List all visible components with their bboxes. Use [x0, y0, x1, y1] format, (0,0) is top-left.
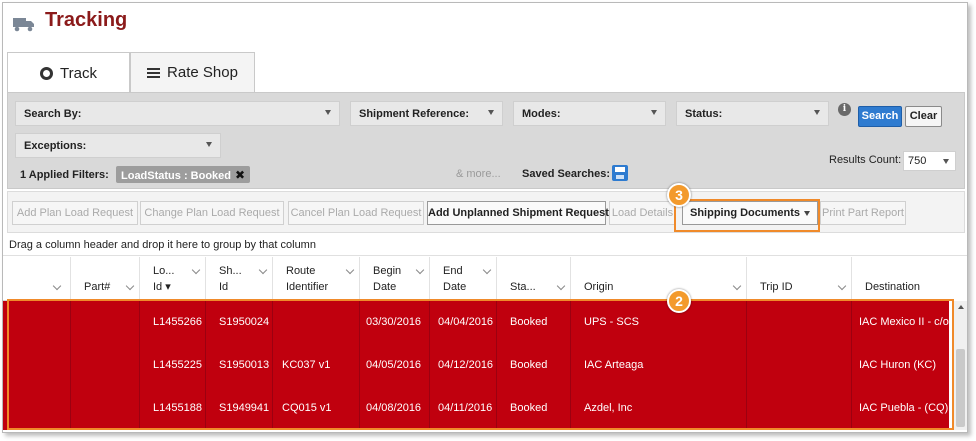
add-unplanned-shipment-request-button[interactable]: Add Unplanned Shipment Request	[427, 201, 609, 225]
column-header-shipment-id-line1: Sh...	[219, 265, 242, 277]
shipment-reference-select[interactable]: Shipment Reference:	[350, 101, 503, 126]
radio-icon	[40, 66, 54, 80]
modes-select[interactable]: Modes:	[513, 101, 666, 126]
column-header-trip-id-label: Trip ID	[760, 281, 793, 293]
column-header-begin-line2: Date	[373, 281, 397, 293]
column-header-route-line2: Identifier	[286, 281, 329, 293]
chevron-down-icon	[206, 142, 212, 147]
callout-highlight-rows	[7, 299, 954, 430]
column-header-end-line1: End	[443, 265, 463, 277]
grid-header: Part# Lo... Id ▾ Sh... Id Route Identifi…	[3, 257, 953, 301]
column-header-load-id[interactable]: Lo... Id ▾	[140, 257, 206, 301]
column-header-destination[interactable]: Destination	[852, 257, 953, 301]
app-window: Tracking Track Rate Shop Search By: Ship…	[2, 2, 968, 433]
chevron-down-icon	[325, 110, 331, 115]
modes-label: Modes:	[522, 108, 561, 120]
saved-searches-label: Saved Searches:	[522, 168, 611, 180]
column-header-end-date[interactable]: End Date	[430, 257, 497, 301]
chevron-down-icon	[258, 265, 268, 275]
grid-scrollbar[interactable]	[953, 301, 967, 430]
column-header-part-label: Part#	[84, 281, 111, 293]
column-header-origin-label: Origin	[584, 281, 614, 293]
column-header-status[interactable]: Sta...	[497, 257, 571, 301]
chevron-down-icon	[943, 159, 949, 164]
chevron-down-icon	[814, 110, 820, 115]
menu-icon	[147, 67, 161, 78]
cancel-plan-load-request-button[interactable]: Cancel Plan Load Request	[288, 201, 424, 225]
info-icon[interactable]: i	[838, 103, 851, 116]
chevron-down-icon	[837, 281, 847, 291]
chevron-down-icon	[732, 281, 742, 291]
search-button[interactable]: Search	[858, 106, 902, 127]
column-header-status-label: Sta...	[510, 281, 536, 293]
exceptions-select[interactable]: Exceptions:	[15, 133, 221, 158]
page-header: Tracking	[3, 3, 967, 47]
callout-badge-2: 2	[667, 289, 691, 313]
chevron-down-icon	[488, 110, 494, 115]
print-part-report-button[interactable]: Print Part Report	[820, 201, 906, 225]
search-by-select[interactable]: Search By:	[15, 101, 340, 126]
column-header-select[interactable]	[3, 257, 71, 301]
applied-filters-label: 1 Applied Filters:	[20, 169, 109, 181]
group-by-bar: Drag a column header and drop it here to…	[3, 234, 967, 256]
shipment-reference-label: Shipment Reference:	[359, 108, 470, 120]
scroll-up-icon[interactable]	[958, 305, 964, 309]
page-title: Tracking	[45, 9, 128, 31]
column-header-route-line1: Route	[286, 265, 316, 277]
chevron-down-icon	[556, 281, 566, 291]
exceptions-label: Exceptions:	[24, 140, 87, 152]
column-header-load-id-line2: Id ▾	[153, 281, 171, 293]
applied-filter-chip: LoadStatus : Booked ✖	[116, 166, 251, 183]
column-header-shipment-id[interactable]: Sh... Id	[206, 257, 273, 301]
filter-panel: Search By: Shipment Reference: Modes: St…	[7, 92, 965, 189]
more-filters-link[interactable]: & more...	[456, 168, 501, 180]
save-icon[interactable]	[612, 165, 628, 181]
scroll-thumb[interactable]	[956, 349, 965, 427]
close-icon[interactable]: ✖	[235, 168, 245, 182]
chevron-down-icon	[482, 265, 492, 275]
chevron-down-icon	[52, 281, 62, 291]
change-plan-load-request-button[interactable]: Change Plan Load Request	[140, 201, 284, 225]
column-header-trip-id[interactable]: Trip ID	[747, 257, 852, 301]
status-select[interactable]: Status:	[676, 101, 829, 126]
tab-rate-shop-label: Rate Shop	[167, 64, 238, 81]
search-by-label: Search By:	[24, 108, 82, 120]
load-details-button[interactable]: Load Details	[609, 201, 676, 225]
truck-icon	[13, 18, 34, 32]
applied-filter-chip-label: LoadStatus : Booked	[121, 170, 232, 182]
column-header-route-identifier[interactable]: Route Identifier	[273, 257, 360, 301]
results-count-select[interactable]: 750	[903, 151, 956, 171]
callout-highlight-shipping-documents	[674, 199, 820, 232]
column-header-shipment-id-line2: Id	[219, 281, 229, 293]
column-header-destination-label: Destination	[865, 281, 921, 293]
chevron-down-icon	[345, 265, 355, 275]
chevron-down-icon	[125, 281, 135, 291]
callout-badge-3: 3	[667, 183, 691, 207]
action-toolbar: Add Plan Load Request Change Plan Load R…	[7, 191, 965, 233]
status-label: Status:	[685, 108, 723, 120]
chevron-down-icon	[191, 265, 201, 275]
tab-rate-shop[interactable]: Rate Shop	[130, 52, 255, 92]
column-header-end-line2: Date	[443, 281, 467, 293]
chevron-down-icon	[415, 265, 425, 275]
column-header-origin[interactable]: Origin	[571, 257, 747, 301]
column-header-load-id-line1: Lo...	[153, 265, 175, 277]
results-count-label: Results Count:	[829, 154, 902, 166]
clear-button[interactable]: Clear	[905, 106, 942, 127]
chevron-down-icon	[651, 110, 657, 115]
column-header-begin-date[interactable]: Begin Date	[360, 257, 430, 301]
column-header-begin-line1: Begin	[373, 265, 402, 277]
column-header-part[interactable]: Part#	[71, 257, 140, 301]
tab-track[interactable]: Track	[7, 52, 130, 93]
add-plan-load-request-button[interactable]: Add Plan Load Request	[12, 201, 138, 225]
results-count-value: 750	[908, 155, 927, 167]
tab-track-label: Track	[60, 64, 97, 82]
